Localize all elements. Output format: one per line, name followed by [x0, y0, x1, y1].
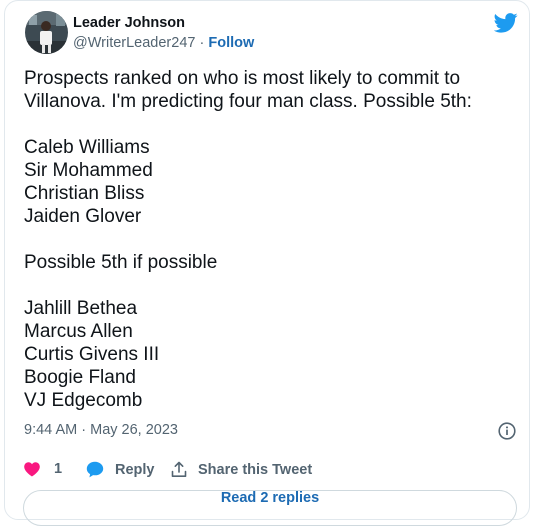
- action-bar: 1 Reply Share this Tweet: [5, 451, 531, 489]
- paragraph-possible-fifth: Possible 5th if possible: [24, 251, 514, 274]
- share-icon: [171, 461, 187, 477]
- prospect-name: Sir Mohammed: [24, 160, 153, 181]
- prospect-name: Curtis Givens III: [24, 344, 160, 365]
- share-button[interactable]: Share this Tweet: [171, 461, 312, 478]
- share-label: Share this Tweet: [198, 461, 313, 478]
- prospect-name: Boogie Fland: [24, 367, 136, 388]
- paragraph-other-prospects: Jahlill Bethea Marcus Allen Curtis Given…: [24, 297, 514, 412]
- read-replies-label: Read 2 replies: [220, 490, 320, 506]
- tweet-card: Leader Johnson @WriterLeader247 · Follow…: [4, 0, 531, 526]
- text-line: Possible 5th if possible: [24, 252, 218, 273]
- tweet-time: 9:44 AM: [24, 422, 78, 438]
- like-button[interactable]: 1: [23, 461, 62, 477]
- prospect-name: Marcus Allen: [24, 321, 133, 342]
- tweet-text: Prospects ranked on who is most likely t…: [24, 67, 514, 435]
- paragraph-intro: Prospects ranked on who is most likely t…: [24, 67, 514, 113]
- reply-label: Reply: [115, 461, 155, 478]
- prospect-name: Christian Bliss: [24, 183, 145, 204]
- reply-button[interactable]: Reply: [86, 461, 155, 478]
- avatar-photo: [25, 11, 68, 54]
- author-name[interactable]: Leader Johnson: [73, 15, 185, 31]
- author-meta: @WriterLeader247 · Follow: [73, 35, 254, 51]
- prospect-name: VJ Edgecomb: [24, 390, 143, 411]
- separator-dot: ·: [199, 35, 205, 51]
- twitter-bird-icon[interactable]: [494, 13, 518, 33]
- info-icon[interactable]: [497, 421, 517, 441]
- separator-dot: ·: [81, 422, 87, 438]
- prospect-name: Jahlill Bethea: [24, 298, 138, 319]
- tweet-date: May 26, 2023: [90, 422, 178, 438]
- read-replies-button[interactable]: Read 2 replies: [23, 490, 517, 526]
- paragraph-main-prospects: Caleb Williams Sir Mohammed Christian Bl…: [24, 136, 514, 228]
- text-line: Prospects ranked on who is most likely t…: [24, 68, 461, 89]
- like-count: 1: [54, 461, 63, 477]
- heart-icon: [24, 462, 40, 477]
- prospect-name: Jaiden Glover: [24, 206, 142, 227]
- avatar[interactable]: [25, 11, 68, 54]
- prospect-name: Caleb Williams: [24, 137, 150, 158]
- follow-button[interactable]: Follow: [208, 35, 254, 51]
- text-line: Villanova. I'm predicting four man class…: [24, 91, 472, 112]
- tweet-timestamp[interactable]: 9:44 AM · May 26, 2023: [24, 422, 178, 438]
- author-handle[interactable]: @WriterLeader247: [73, 35, 195, 51]
- reply-bubble-icon: [86, 461, 104, 478]
